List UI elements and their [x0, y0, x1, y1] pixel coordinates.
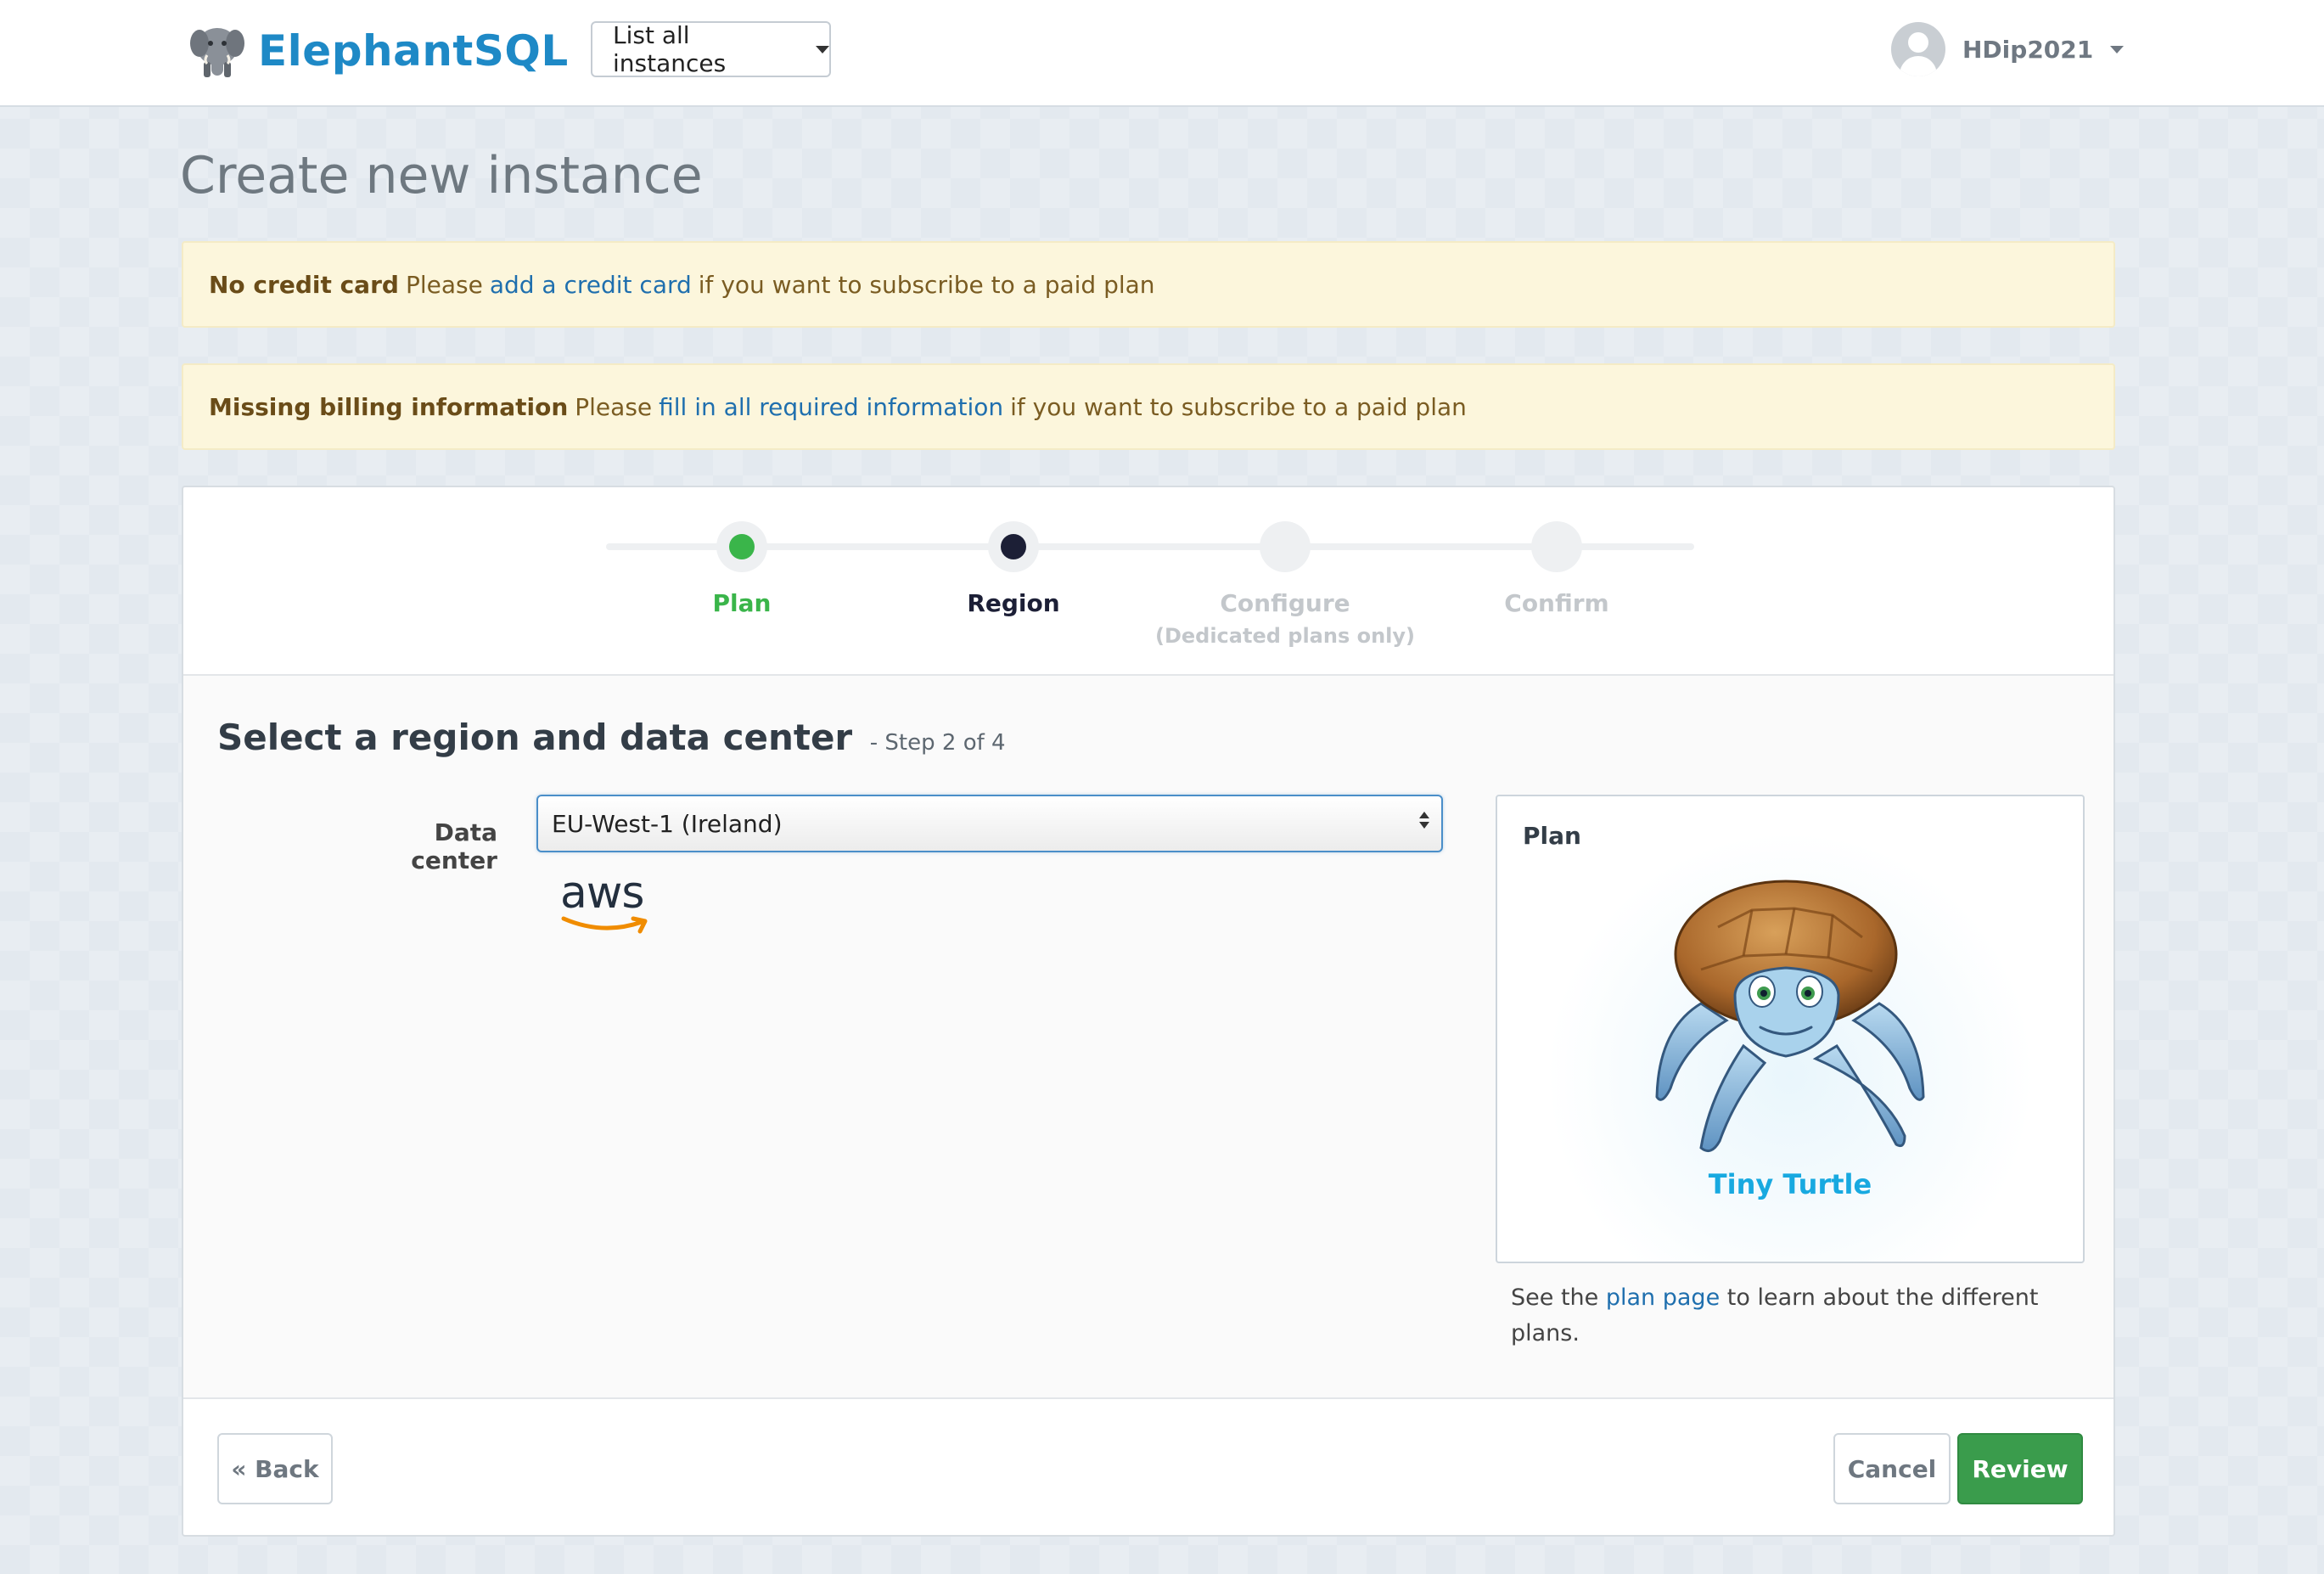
step-label: Plan	[712, 589, 772, 617]
step-count: - Step 2 of 4	[869, 730, 1006, 756]
turtle-mascot-icon	[1655, 880, 1925, 1153]
region-step-content: Select a region and data center - Step 2…	[183, 674, 2113, 1399]
top-navbar: ElephantSQL List all instances HDip2021	[0, 0, 2324, 107]
step-confirm: Confirm	[1421, 521, 1692, 617]
avatar	[1891, 22, 1945, 76]
step-sublabel: (Dedicated plans only)	[1154, 624, 1416, 648]
aws-smile-icon	[561, 916, 648, 934]
section-heading: Select a region and data center	[217, 717, 853, 758]
alert-missing-billing: Missing billing information Please fill …	[182, 363, 2115, 450]
step-current-dot-icon	[1001, 534, 1026, 559]
list-instances-label: List all instances	[613, 21, 727, 77]
step-label: Confirm	[1504, 589, 1609, 617]
brand[interactable]: ElephantSQL	[188, 20, 569, 82]
cancel-button[interactable]: Cancel	[1833, 1433, 1951, 1504]
list-instances-dropdown[interactable]: List all instances	[591, 21, 831, 77]
plan-card-title: Plan	[1523, 822, 1581, 850]
username: HDip2021	[1962, 35, 2094, 64]
step-configure: Configure (Dedicated plans only)	[1149, 521, 1421, 648]
wizard-stepper: Plan Region Configure (Dedicated plans o…	[183, 487, 2113, 674]
selected-plan-card: Plan Tiny Turtle	[1496, 795, 2085, 1263]
plan-name: Tiny Turtle	[1708, 1168, 1872, 1200]
section-title: Select a region and data center - Step 2…	[217, 717, 1006, 758]
alert-title: Missing billing information	[209, 392, 569, 421]
step-plan[interactable]: Plan	[606, 521, 878, 617]
step-label: Region	[967, 589, 1060, 617]
step-label: Configure	[1220, 589, 1350, 617]
review-button[interactable]: Review	[1957, 1433, 2083, 1504]
alert-text: Please	[575, 392, 653, 421]
alert-title: No credit card	[209, 270, 399, 299]
plan-note-text: See the	[1511, 1284, 1599, 1311]
step-pending-dot-icon	[1272, 534, 1298, 559]
plan-note: See the plan page to learn about the dif…	[1511, 1280, 2063, 1352]
add-credit-card-link[interactable]: add a credit card	[490, 271, 692, 299]
alert-no-credit-card: No credit card Please add a credit card …	[182, 241, 2115, 328]
step-region: Region	[878, 521, 1149, 617]
user-menu[interactable]: HDip2021	[1891, 21, 2125, 77]
fill-billing-info-link[interactable]: fill in all required information	[659, 393, 1003, 421]
select-arrows-icon	[1419, 812, 1431, 829]
alert-text: if you want to subscribe to a paid plan	[1010, 392, 1467, 421]
page-title: Create new instance	[180, 146, 703, 205]
data-center-select[interactable]: EU-West-1 (Ireland)	[536, 795, 1443, 852]
data-center-value: EU-West-1 (Ireland)	[552, 809, 783, 838]
step-pending-dot-icon	[1544, 534, 1569, 559]
plan-page-link[interactable]: plan page	[1606, 1284, 1720, 1311]
step-done-dot-icon	[729, 534, 755, 559]
caret-down-icon	[2110, 45, 2125, 53]
alert-text: Please	[405, 270, 483, 299]
aws-logo-text: aws	[560, 868, 645, 919]
data-center-label: Data center	[411, 818, 497, 874]
back-button[interactable]: « Back	[217, 1433, 333, 1504]
caret-down-icon	[816, 45, 829, 53]
brand-name: ElephantSQL	[258, 26, 569, 76]
alert-text: if you want to subscribe to a paid plan	[698, 270, 1155, 299]
elephant-logo-icon	[190, 28, 244, 77]
aws-logo-icon: aws	[560, 871, 660, 939]
create-instance-panel: Plan Region Configure (Dedicated plans o…	[182, 486, 2115, 1537]
